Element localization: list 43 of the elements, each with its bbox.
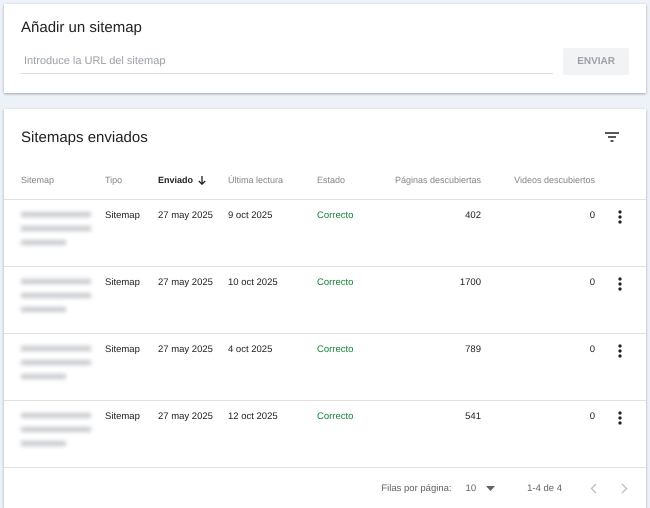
blurred-url — [21, 212, 91, 245]
table-cell-text: 9 oct 2025 — [228, 210, 274, 221]
table-cell-text: 27 may 2025 — [158, 411, 214, 422]
table-cell-text: Sitemap — [105, 344, 141, 355]
filter-icon[interactable] — [605, 132, 619, 142]
page-range: 1-4 de 4 — [527, 482, 562, 494]
table-cell-text: 0 — [588, 344, 595, 355]
blurred-url — [21, 279, 91, 312]
table-cell-text: Sitemap — [105, 210, 141, 221]
status-text: Correcto — [317, 210, 354, 221]
table-cell-text: 0 — [588, 411, 595, 422]
card-title: Añadir un sitemap — [21, 19, 143, 36]
column-header[interactable]: Páginas descubiertas — [383, 175, 481, 185]
rows-per-page-label: Filas por página: — [381, 482, 452, 494]
table-cell-text: 541 — [464, 411, 481, 422]
table-cell-text: 0 — [588, 210, 595, 221]
blurred-url — [21, 346, 91, 379]
blurred-url — [21, 413, 91, 446]
status-text: Correcto — [317, 344, 354, 355]
table-cell-text: 10 oct 2025 — [228, 277, 279, 288]
column-header[interactable]: Videos descubiertos — [481, 175, 595, 185]
sort-arrow-icon — [198, 176, 206, 184]
table-cell-text: 789 — [464, 344, 481, 355]
column-header[interactable]: Sitemap — [21, 175, 105, 185]
table-cell-text: 27 may 2025 — [158, 277, 214, 288]
card-title: Sitemaps enviados — [21, 128, 148, 146]
column-header[interactable]: Última lectura — [228, 175, 317, 185]
table-cell-text: 12 oct 2025 — [228, 411, 279, 422]
status-text: Correcto — [317, 277, 354, 288]
table-cell-text: Sitemap — [105, 277, 141, 288]
table-cell-text: 27 may 2025 — [158, 210, 214, 221]
table-cell-text: 27 may 2025 — [158, 344, 214, 355]
rows-per-page-select[interactable]: 10 — [466, 482, 496, 494]
column-header[interactable]: Enviado — [158, 175, 228, 185]
status-text: Correcto — [317, 411, 354, 422]
table-cell-text: 4 oct 2025 — [228, 344, 274, 355]
table-cell-text: 1700 — [458, 277, 481, 288]
column-header[interactable]: Tipo — [105, 175, 158, 185]
column-header[interactable]: Estado — [317, 175, 383, 185]
table-cell-text: Sitemap — [105, 411, 141, 422]
table-cell-text: 402 — [464, 210, 481, 221]
caret-icon — [486, 486, 496, 490]
table-cell-text: 0 — [588, 277, 595, 288]
